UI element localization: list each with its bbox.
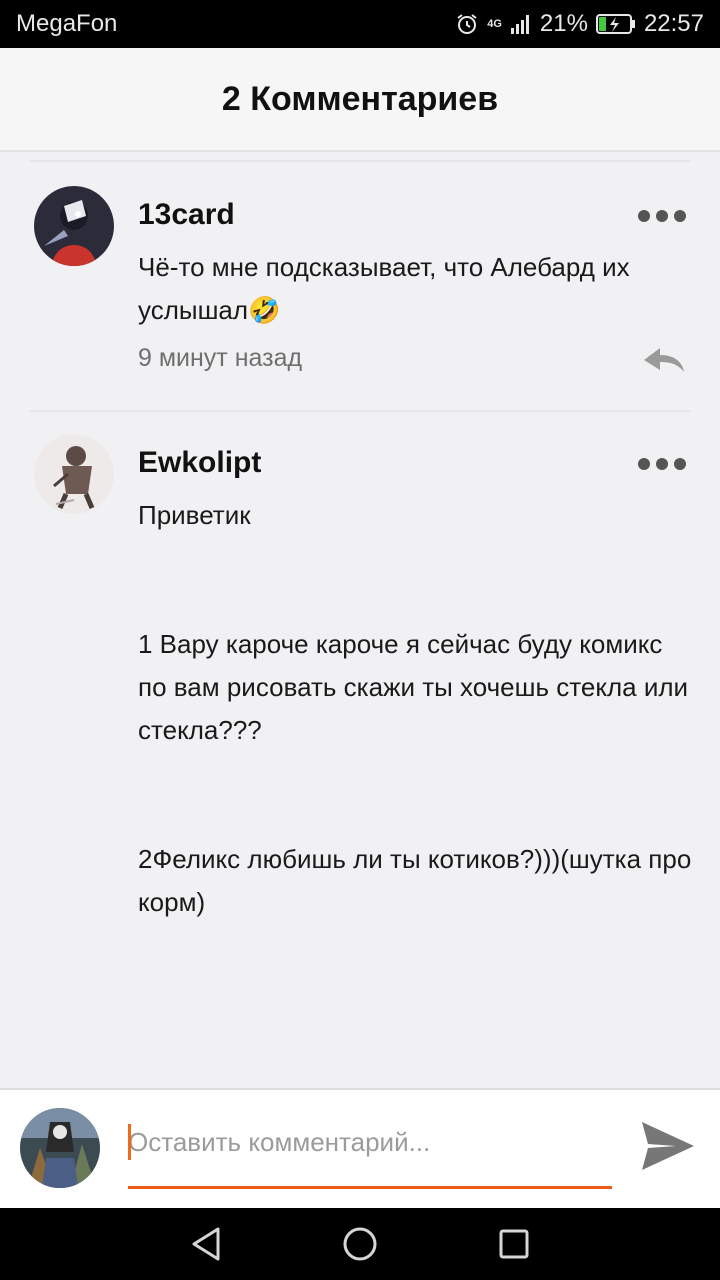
comments-list[interactable]: 13card Чё-то мне подсказывает, что Алеба…	[10, 160, 710, 1088]
battery-percent: 21%	[539, 10, 588, 37]
battery-charging-icon	[595, 14, 635, 34]
comment-item: Ewkolipt Приветик 1 Вару кароче кароче я…	[10, 410, 710, 1088]
comment-time: 9 минут назад	[138, 344, 303, 372]
text-caret	[128, 1124, 131, 1160]
more-icon[interactable]	[638, 210, 686, 222]
signal-icon	[510, 15, 529, 34]
current-user-avatar	[20, 1108, 100, 1188]
comment-text: Приветик 1 Вару кароче кароче я сейчас б…	[138, 500, 692, 917]
send-icon[interactable]	[640, 1118, 696, 1174]
reply-icon[interactable]	[642, 346, 686, 374]
carrier-name: MegaFon	[16, 10, 118, 37]
status-icons: 4G 21% 22:57	[455, 10, 704, 38]
home-icon[interactable]	[342, 1226, 378, 1262]
more-icon[interactable]	[638, 458, 686, 470]
comment-composer	[0, 1088, 720, 1208]
comment-author[interactable]: Ewkolipt	[138, 446, 261, 480]
divider	[30, 160, 690, 162]
comment-input[interactable]	[128, 1114, 612, 1170]
recents-icon[interactable]	[498, 1228, 530, 1260]
back-icon[interactable]	[190, 1226, 222, 1262]
system-nav-bar	[0, 1208, 720, 1280]
page-title: 2 Комментариев	[221, 79, 499, 118]
avatar[interactable]	[34, 186, 114, 266]
comments-header: 2 Комментариев	[0, 48, 720, 152]
status-bar: MegaFon 4G 21% 22:57	[0, 0, 720, 48]
comment-author[interactable]: 13card	[138, 198, 235, 232]
input-underline	[128, 1186, 612, 1189]
alarm-icon	[457, 14, 477, 34]
comment-item: 13card Чё-то мне подсказывает, что Алеба…	[10, 160, 710, 410]
network-type: 4G	[487, 17, 502, 30]
comment-text: Чё-то мне подсказывает, что Алебард их у…	[138, 252, 637, 325]
clock: 22:57	[643, 10, 704, 37]
divider	[30, 410, 690, 412]
avatar[interactable]	[34, 434, 114, 514]
